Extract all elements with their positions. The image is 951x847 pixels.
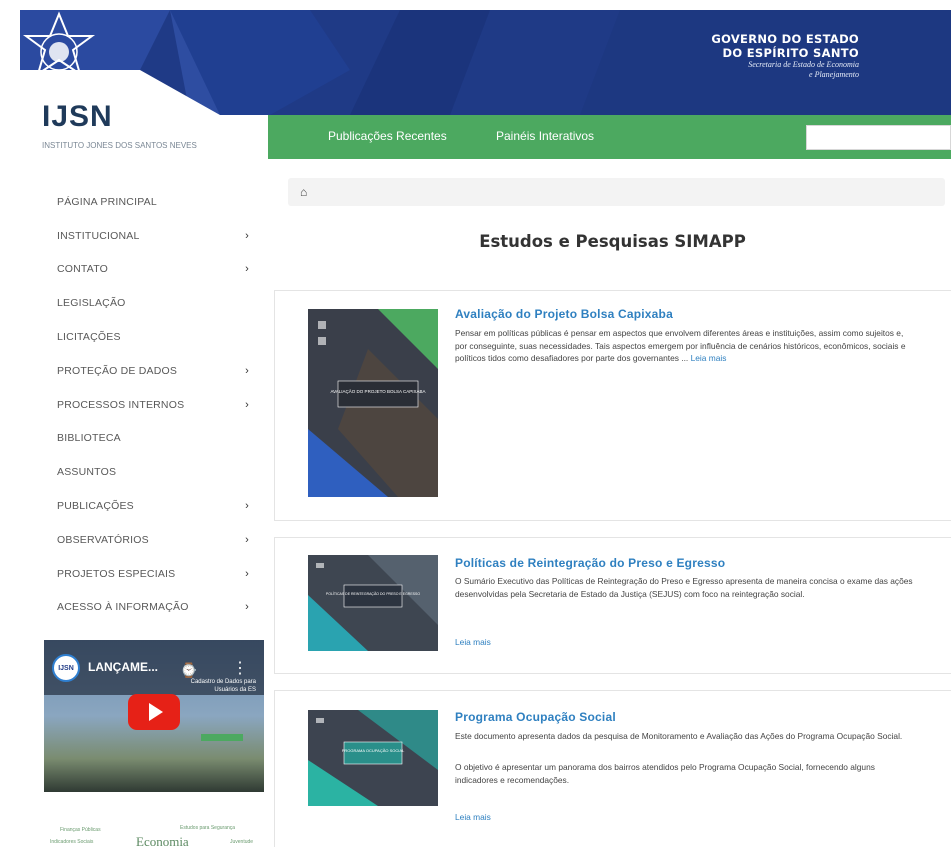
sidebar-item-licitacoes[interactable]: LICITAÇÕES xyxy=(40,320,265,354)
sidebar-item-acesso-a-informacao[interactable]: ACESSO À INFORMAÇÃO › xyxy=(40,591,265,625)
logo-title: IJSN xyxy=(42,100,113,133)
publication-description: Este documento apresenta dados da pesqui… xyxy=(455,731,903,741)
home-icon[interactable]: ⌂ xyxy=(300,185,307,199)
watch-later-icon[interactable]: ⌚ xyxy=(180,662,197,679)
video-tag xyxy=(201,734,243,741)
sidebar-item-label: BIBLIOTECA xyxy=(57,432,121,445)
sidebar-item-projetos-especiais[interactable]: PROJETOS ESPECIAIS › xyxy=(40,557,265,591)
read-more-link[interactable]: Leia mais xyxy=(691,353,727,363)
publication-description: Pensar em políticas públicas é pensar em… xyxy=(455,327,915,365)
search-input[interactable] xyxy=(806,125,951,150)
chevron-right-icon: › xyxy=(245,567,249,580)
sidebar-item-label: PUBLICAÇÕES xyxy=(57,500,134,513)
chevron-right-icon: › xyxy=(245,229,249,242)
sidebar-menu: PÁGINA PRINCIPAL INSTITUCIONAL › CONTATO ›… xyxy=(40,185,265,624)
read-more-link[interactable]: Leia mais xyxy=(455,637,491,647)
sidebar-item-label: CONTATO xyxy=(57,263,108,276)
publication-description-2: O objetivo é apresentar um panorama dos … xyxy=(455,762,875,785)
cover-title: POLÍTICAS DE REINTEGRAÇÃO DO PRESO E EGR… xyxy=(326,591,420,596)
sidebar-item-label: ACESSO À INFORMAÇÃO xyxy=(57,601,189,614)
publication-description: O Sumário Executivo das Políticas de Rei… xyxy=(455,576,913,599)
sidebar-item-contato[interactable]: CONTATO › xyxy=(40,253,265,287)
sidebar-item-label: PÁGINA PRINCIPAL xyxy=(57,195,157,208)
sidebar-item-assuntos[interactable]: ASSUNTOS xyxy=(40,455,265,489)
publication-cover-image[interactable]: POLÍTICAS DE REINTEGRAÇÃO DO PRESO E EGR… xyxy=(308,555,438,651)
word-cloud-word[interactable]: Finanças Públicas xyxy=(60,827,101,833)
video-title[interactable]: LANÇAME... xyxy=(88,660,158,674)
chevron-right-icon: › xyxy=(245,500,249,513)
chevron-right-icon: › xyxy=(245,533,249,546)
chevron-right-icon: › xyxy=(245,601,249,614)
sidebar-item-publicacoes[interactable]: PUBLICAÇÕES › xyxy=(40,489,265,523)
sidebar-item-label: OBSERVATÓRIOS xyxy=(57,533,149,546)
word-cloud: Finanças Públicas Estudos para Segurança… xyxy=(50,815,265,847)
sidebar-item-label: PROJETOS ESPECIAIS xyxy=(57,567,176,580)
publication-title[interactable]: Avaliação do Projeto Bolsa Capixaba xyxy=(455,307,673,321)
publication-cover-image[interactable]: AVALIAÇÃO DO PROJETO BOLSA CAPIXABA xyxy=(308,309,438,497)
sidebar-item-institucional[interactable]: INSTITUCIONAL › xyxy=(40,219,265,253)
publication-cover-image[interactable]: PROGRAMA OCUPAÇÃO SOCIAL xyxy=(308,710,438,806)
sidebar-item-protecao-de-dados[interactable]: PROTEÇÃO DE DADOS › xyxy=(40,354,265,388)
sidebar-item-pagina-principal[interactable]: PÁGINA PRINCIPAL xyxy=(40,185,265,219)
channel-avatar[interactable]: IJSN xyxy=(52,654,80,682)
government-title: GOVERNO DO ESTADO DO ESPÍRITO SANTO Secr… xyxy=(711,32,859,80)
gov-line-1: GOVERNO DO ESTADO xyxy=(711,32,859,46)
sidebar-item-legislacao[interactable]: LEGISLAÇÃO xyxy=(40,286,265,320)
sidebar-item-label: ASSUNTOS xyxy=(57,466,117,479)
chevron-right-icon: › xyxy=(245,364,249,377)
sidebar-item-label: LICITAÇÕES xyxy=(57,331,121,344)
word-cloud-word[interactable]: Indicadores Sociais xyxy=(50,839,93,845)
sidebar-item-label: LEGISLAÇÃO xyxy=(57,297,126,310)
nav-publicacoes-recentes[interactable]: Publicações Recentes xyxy=(328,129,447,143)
gov-line-4: e Planejamento xyxy=(809,70,859,79)
sidebar-item-processos-internos[interactable]: PROCESSOS INTERNOS › xyxy=(40,388,265,422)
nav-paineis-interativos[interactable]: Painéis Interativos xyxy=(496,129,594,143)
publication-description-text: Pensar em políticas públicas é pensar em… xyxy=(455,328,906,363)
word-cloud-word[interactable]: Estudos para Segurança xyxy=(180,825,235,831)
sidebar-item-label: PROCESSOS INTERNOS xyxy=(57,398,185,411)
cover-title: AVALIAÇÃO DO PROJETO BOLSA CAPIXABA xyxy=(330,388,425,394)
page-title: Estudos e Pesquisas SIMAPP xyxy=(479,232,746,251)
logo-subtitle: INSTITUTO JONES DOS SANTOS NEVES xyxy=(42,141,197,150)
publication-title[interactable]: Políticas de Reintegração do Preso e Egr… xyxy=(455,556,725,570)
top-navbar: Publicações Recentes Painéis Interativos xyxy=(268,115,951,159)
gov-line-3: Secretaria de Estado de Economia xyxy=(748,60,859,69)
word-cloud-word[interactable]: Economia xyxy=(136,834,189,847)
cover-title: PROGRAMA OCUPAÇÃO SOCIAL xyxy=(342,748,405,753)
state-seal-icon xyxy=(22,11,96,99)
site-logo[interactable]: IJSN INSTITUTO JONES DOS SANTOS NEVES xyxy=(42,100,222,151)
gov-line-2: DO ESPÍRITO SANTO xyxy=(722,46,859,60)
sidebar-item-label: PROTEÇÃO DE DADOS xyxy=(57,364,178,377)
sidebar-item-observatorios[interactable]: OBSERVATÓRIOS › xyxy=(40,523,265,557)
sidebar-item-label: INSTITUCIONAL xyxy=(57,229,140,242)
publication-card: AVALIAÇÃO DO PROJETO BOLSA CAPIXABA Aval… xyxy=(274,290,951,521)
chevron-right-icon: › xyxy=(245,398,249,411)
chevron-right-icon: › xyxy=(245,263,249,276)
sidebar-item-biblioteca[interactable]: BIBLIOTECA xyxy=(40,422,265,456)
video-badge-text: Cadastro de Dados para Usuários da ES xyxy=(190,679,256,693)
read-more-link[interactable]: Leia mais xyxy=(455,812,491,822)
publication-card: POLÍTICAS DE REINTEGRAÇÃO DO PRESO E EGR… xyxy=(274,537,951,674)
breadcrumb: ⌂ xyxy=(288,178,945,206)
video-embed[interactable]: IJSN LANÇAME... ⌚ ⋮ Cadastro de Dados pa… xyxy=(44,640,264,792)
publication-card: PROGRAMA OCUPAÇÃO SOCIAL Programa Ocupaç… xyxy=(274,690,951,847)
play-button[interactable] xyxy=(128,694,180,730)
publication-title[interactable]: Programa Ocupação Social xyxy=(455,710,616,724)
word-cloud-word[interactable]: Juventude xyxy=(230,839,253,845)
share-icon[interactable]: ⋮ xyxy=(232,658,248,678)
